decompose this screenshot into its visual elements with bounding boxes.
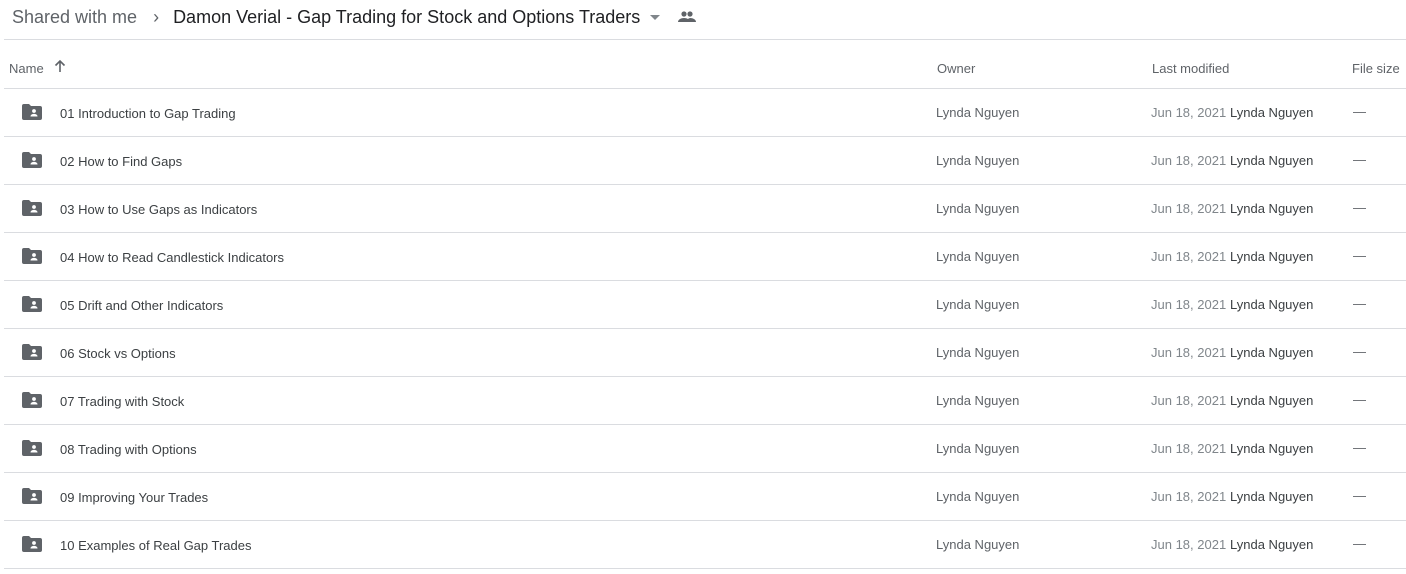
- modified-by: Lynda Nguyen: [1230, 249, 1314, 264]
- shared-folder-icon: [22, 152, 42, 171]
- shared-folder-icon: [22, 200, 42, 219]
- modified-by: Lynda Nguyen: [1230, 201, 1314, 216]
- file-size: —: [1353, 152, 1366, 167]
- shared-folder-icon: [22, 440, 42, 459]
- folder-name: 01 Introduction to Gap Trading: [60, 106, 236, 121]
- modified-date: Jun 18, 2021: [1151, 489, 1227, 504]
- folder-name: 08 Trading with Options: [60, 442, 197, 457]
- shared-folder-icon: [22, 296, 42, 315]
- table-row[interactable]: 02 How to Find Gaps Lynda Nguyen Jun 18,…: [4, 137, 1406, 185]
- folder-name: 06 Stock vs Options: [60, 346, 176, 361]
- modified-by: Lynda Nguyen: [1230, 489, 1314, 504]
- modified-by: Lynda Nguyen: [1230, 153, 1314, 168]
- file-size: —: [1353, 344, 1366, 359]
- breadcrumb: Shared with me › Damon Verial - Gap Trad…: [12, 0, 697, 34]
- table-row[interactable]: 09 Improving Your Trades Lynda Nguyen Ju…: [4, 473, 1406, 521]
- owner: Lynda Nguyen: [936, 153, 1020, 168]
- modified-date: Jun 18, 2021: [1151, 537, 1227, 552]
- folder-name: 03 How to Use Gaps as Indicators: [60, 202, 258, 217]
- folder-name: 07 Trading with Stock: [60, 394, 185, 409]
- owner: Lynda Nguyen: [936, 297, 1020, 312]
- shared-folder-icon: [22, 536, 42, 555]
- modified-date: Jun 18, 2021: [1151, 249, 1227, 264]
- table-row[interactable]: 10 Examples of Real Gap Trades Lynda Ngu…: [4, 521, 1406, 569]
- file-size: —: [1353, 440, 1366, 455]
- shared-folder-icon: [22, 104, 42, 123]
- modified-by: Lynda Nguyen: [1230, 441, 1314, 456]
- modified-date: Jun 18, 2021: [1151, 345, 1227, 360]
- file-size: —: [1353, 536, 1366, 551]
- owner: Lynda Nguyen: [936, 393, 1020, 408]
- modified-date: Jun 18, 2021: [1151, 153, 1227, 168]
- modified-by: Lynda Nguyen: [1230, 105, 1314, 120]
- shared-people-icon[interactable]: [678, 11, 697, 23]
- owner: Lynda Nguyen: [936, 345, 1020, 360]
- owner: Lynda Nguyen: [936, 201, 1020, 216]
- header-file-size[interactable]: File size: [1352, 61, 1400, 76]
- dropdown-arrow-icon[interactable]: [650, 14, 661, 20]
- modified-date: Jun 18, 2021: [1151, 105, 1227, 120]
- owner: Lynda Nguyen: [936, 489, 1020, 504]
- owner: Lynda Nguyen: [936, 105, 1020, 120]
- folder-name: 10 Examples of Real Gap Trades: [60, 538, 252, 553]
- modified-by: Lynda Nguyen: [1230, 393, 1314, 408]
- modified-by: Lynda Nguyen: [1230, 297, 1314, 312]
- folder-name: 09 Improving Your Trades: [60, 490, 209, 505]
- table-row[interactable]: 07 Trading with Stock Lynda Nguyen Jun 1…: [4, 377, 1406, 425]
- shared-folder-icon: [22, 248, 42, 267]
- header-owner[interactable]: Owner: [937, 61, 975, 76]
- table-row[interactable]: 05 Drift and Other Indicators Lynda Nguy…: [4, 281, 1406, 329]
- shared-folder-icon: [22, 488, 42, 507]
- modified-by: Lynda Nguyen: [1230, 537, 1314, 552]
- table-row[interactable]: 04 How to Read Candlestick Indicators Ly…: [4, 233, 1406, 281]
- divider: [4, 39, 1406, 40]
- sort-arrow-up-icon[interactable]: [53, 59, 67, 76]
- header-name[interactable]: Name: [9, 61, 44, 76]
- chevron-right-icon: ›: [153, 6, 160, 27]
- modified-date: Jun 18, 2021: [1151, 201, 1227, 216]
- file-size: —: [1353, 248, 1366, 263]
- file-size: —: [1353, 392, 1366, 407]
- modified-by: Lynda Nguyen: [1230, 345, 1314, 360]
- folder-name: 04 How to Read Candlestick Indicators: [60, 250, 285, 265]
- breadcrumb-shared-with-me[interactable]: Shared with me: [12, 7, 137, 28]
- folder-name: 02 How to Find Gaps: [60, 154, 183, 169]
- breadcrumb-current-folder[interactable]: Damon Verial - Gap Trading for Stock and…: [173, 7, 640, 28]
- owner: Lynda Nguyen: [936, 537, 1020, 552]
- table-row[interactable]: 03 How to Use Gaps as Indicators Lynda N…: [4, 185, 1406, 233]
- file-size: —: [1353, 488, 1366, 503]
- modified-date: Jun 18, 2021: [1151, 297, 1227, 312]
- table-row[interactable]: 08 Trading with Options Lynda Nguyen Jun…: [4, 425, 1406, 473]
- owner: Lynda Nguyen: [936, 441, 1020, 456]
- file-size: —: [1353, 296, 1366, 311]
- table-row[interactable]: 06 Stock vs Options Lynda Nguyen Jun 18,…: [4, 329, 1406, 377]
- shared-folder-icon: [22, 344, 42, 363]
- column-header: Name Owner Last modified File size: [0, 52, 1406, 88]
- table-row[interactable]: 01 Introduction to Gap Trading Lynda Ngu…: [4, 89, 1406, 137]
- shared-folder-icon: [22, 392, 42, 411]
- owner: Lynda Nguyen: [936, 249, 1020, 264]
- file-size: —: [1353, 200, 1366, 215]
- modified-date: Jun 18, 2021: [1151, 393, 1227, 408]
- file-size: —: [1353, 104, 1366, 119]
- header-last-modified[interactable]: Last modified: [1152, 61, 1229, 76]
- modified-date: Jun 18, 2021: [1151, 441, 1227, 456]
- folder-name: 05 Drift and Other Indicators: [60, 298, 224, 313]
